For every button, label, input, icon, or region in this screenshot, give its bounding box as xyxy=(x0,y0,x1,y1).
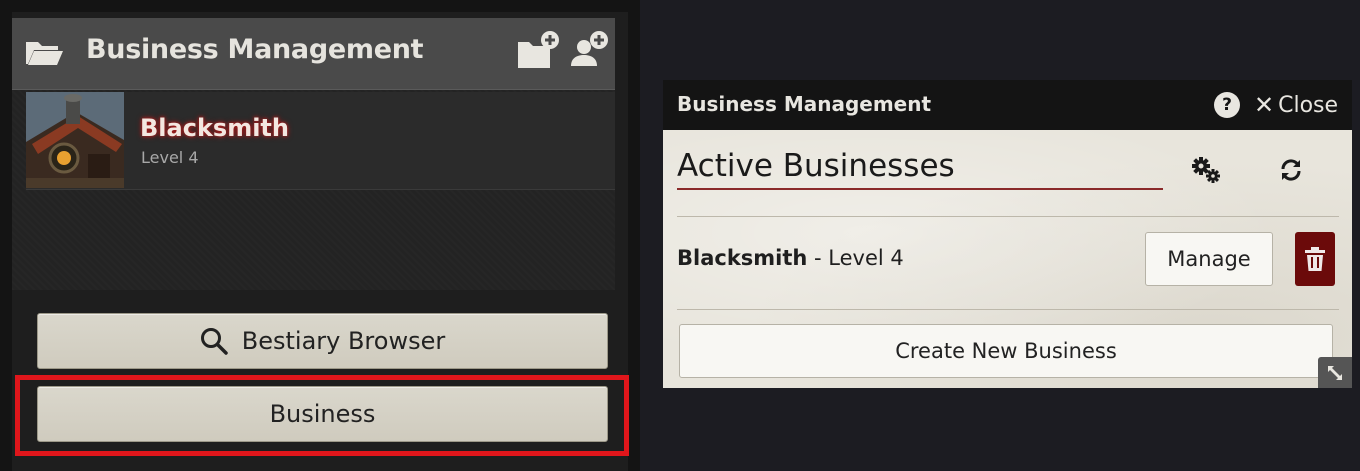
business-entry: Blacksmith - Level 4 xyxy=(677,246,904,270)
business-name: Blacksmith xyxy=(677,246,808,270)
delete-button[interactable] xyxy=(1295,232,1335,286)
close-icon: ✕ xyxy=(1254,91,1275,119)
business-management-window: Business Management ? ✕ Close Active Bus… xyxy=(663,80,1352,388)
resize-handle[interactable] xyxy=(1318,357,1352,388)
bestiary-browser-label: Bestiary Browser xyxy=(241,327,446,355)
search-icon xyxy=(200,328,228,355)
divider xyxy=(677,216,1339,217)
blacksmith-thumbnail xyxy=(26,92,124,188)
create-folder-icon[interactable] xyxy=(516,30,562,70)
open-folder-icon xyxy=(26,42,63,65)
title-underline xyxy=(677,188,1163,190)
window-body: Active Businesses Blacksmith - Level 4 M… xyxy=(663,130,1352,388)
bestiary-browser-button[interactable]: Bestiary Browser xyxy=(37,313,608,369)
business-row: Blacksmith - Level 4 Manage xyxy=(677,230,1339,288)
sidebar-header: Business Management xyxy=(12,18,615,90)
close-button[interactable]: ✕ Close xyxy=(1254,90,1338,120)
list-item-subtitle: Level 4 xyxy=(141,148,199,167)
close-label: Close xyxy=(1278,92,1339,118)
business-button-label: Business xyxy=(269,400,376,428)
add-user-icon[interactable] xyxy=(568,30,610,70)
directory-list: Blacksmith Level 4 xyxy=(12,90,615,290)
create-business-button[interactable]: Create New Business xyxy=(679,324,1333,378)
business-button[interactable]: Business xyxy=(37,386,608,442)
window-header[interactable]: Business Management ? ✕ Close xyxy=(663,80,1352,130)
window-title: Business Management xyxy=(677,92,932,116)
sidebar-title: Business Management xyxy=(86,34,424,65)
manage-button[interactable]: Manage xyxy=(1145,232,1273,286)
divider xyxy=(677,309,1339,310)
section-title: Active Businesses xyxy=(677,148,955,184)
resize-icon xyxy=(1328,365,1342,380)
list-item[interactable]: Blacksmith Level 4 xyxy=(26,92,615,190)
settings-icon[interactable] xyxy=(1190,156,1222,184)
list-item-name: Blacksmith xyxy=(140,114,289,142)
help-icon[interactable]: ? xyxy=(1214,92,1240,118)
trash-icon xyxy=(1305,247,1325,271)
business-level: - Level 4 xyxy=(807,246,904,270)
refresh-icon[interactable] xyxy=(1279,158,1303,182)
